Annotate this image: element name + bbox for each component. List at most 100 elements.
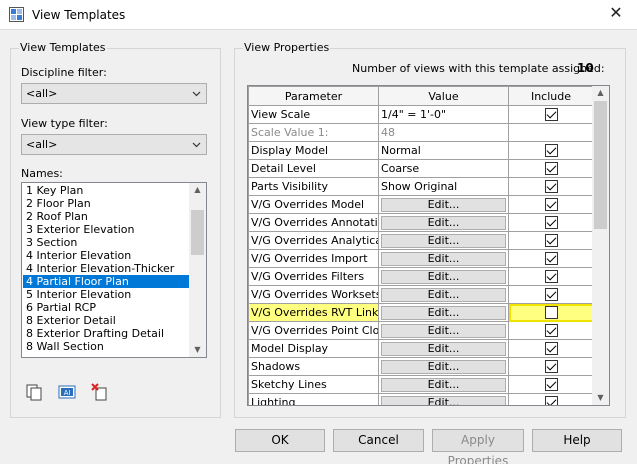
list-item[interactable]: 4 Interior Elevation-Thicker [23, 262, 189, 275]
list-item[interactable]: 2 Roof Plan [23, 210, 189, 223]
revit-app-icon [9, 7, 24, 22]
help-button[interactable]: Help [532, 429, 622, 452]
table-row: Lighting Edit... [248, 393, 594, 405]
table-header-row: Parameter Value Include [248, 86, 594, 106]
apply-properties-button[interactable]: Apply Properties [432, 429, 524, 464]
edit-button[interactable]: Edit... [381, 233, 506, 248]
include-checkbox[interactable] [544, 216, 558, 230]
include-checkbox[interactable] [544, 342, 558, 356]
include-checkbox[interactable] [544, 198, 558, 212]
value-cell: Edit... [378, 249, 509, 268]
scroll-up-icon[interactable]: ▲ [189, 183, 206, 197]
include-checkbox[interactable] [544, 396, 558, 405]
table-row: V/G Overrides Point Clo Edit... [248, 321, 594, 340]
scrollbar-thumb[interactable] [594, 101, 607, 229]
edit-button[interactable]: Edit... [381, 215, 506, 230]
delete-icon[interactable] [90, 382, 110, 402]
rename-icon[interactable]: AI [57, 382, 77, 402]
include-cell [508, 249, 594, 268]
cancel-button[interactable]: Cancel [333, 429, 424, 452]
include-checkbox[interactable] [544, 180, 558, 194]
value-cell[interactable]: 1/4" = 1'-0" [378, 105, 509, 124]
parameter-cell: V/G Overrides Annotati [248, 213, 379, 232]
include-checkbox[interactable] [544, 306, 558, 320]
close-icon[interactable]: ✕ [607, 4, 625, 22]
value-cell: Edit... [378, 195, 509, 214]
title-bar: View Templates ✕ [0, 0, 637, 30]
column-header-value[interactable]: Value [378, 86, 509, 106]
list-item[interactable]: 3 Section [23, 236, 189, 249]
include-checkbox[interactable] [544, 324, 558, 338]
parameter-cell: V/G Overrides Model [248, 195, 379, 214]
edit-button[interactable]: Edit... [381, 323, 506, 338]
value-cell[interactable]: Normal [378, 141, 509, 160]
ok-button[interactable]: OK [235, 429, 325, 452]
list-item[interactable]: 3 Exterior Elevation [23, 223, 189, 236]
duplicate-icon[interactable] [24, 382, 44, 402]
scroll-down-icon[interactable]: ▼ [592, 391, 609, 405]
edit-button[interactable]: Edit... [381, 377, 506, 392]
edit-button[interactable]: Edit... [381, 395, 506, 405]
include-checkbox[interactable] [544, 288, 558, 302]
parameter-cell: V/G Overrides Import [248, 249, 379, 268]
include-cell [508, 213, 594, 232]
edit-button[interactable]: Edit... [381, 305, 506, 320]
scrollbar-thumb[interactable] [191, 210, 204, 255]
list-item[interactable]: 8 Exterior Detail [23, 314, 189, 327]
list-item[interactable]: 4 Interior Elevation [23, 249, 189, 262]
include-checkbox[interactable] [544, 378, 558, 392]
edit-button[interactable]: Edit... [381, 251, 506, 266]
table-row: V/G Overrides Import Edit... [248, 249, 594, 268]
scroll-down-icon[interactable]: ▼ [189, 343, 206, 357]
parameter-cell: V/G Overrides RVT Links [248, 303, 379, 322]
parameter-cell: V/G Overrides Point Clo [248, 321, 379, 340]
parameter-cell: Model Display [248, 339, 379, 358]
include-cell [508, 231, 594, 250]
template-count-label: Number of views with this template assig… [352, 62, 605, 75]
value-cell: Edit... [378, 375, 509, 394]
view-type-filter-value: <all> [26, 138, 58, 151]
template-count-value: 10 [577, 61, 594, 75]
parameter-cell: Sketchy Lines [248, 375, 379, 394]
include-checkbox[interactable] [544, 270, 558, 284]
names-list[interactable]: 1 Key Plan 2 Floor Plan 2 Roof Plan 3 Exter… [21, 182, 207, 358]
list-item[interactable]: 5 Interior Elevation [23, 288, 189, 301]
include-checkbox[interactable] [544, 144, 558, 158]
table-row: Parts Visibility Show Original [248, 177, 594, 196]
edit-button[interactable]: Edit... [381, 269, 506, 284]
value-cell: Edit... [378, 321, 509, 340]
include-cell [508, 375, 594, 394]
edit-button[interactable]: Edit... [381, 359, 506, 374]
include-checkbox[interactable] [544, 252, 558, 266]
list-item[interactable]: 2 Floor Plan [23, 197, 189, 210]
edit-button[interactable]: Edit... [381, 287, 506, 302]
include-checkbox[interactable] [544, 360, 558, 374]
scroll-up-icon[interactable]: ▲ [592, 86, 609, 100]
discipline-filter-value: <all> [26, 87, 58, 100]
value-cell[interactable]: Show Original [378, 177, 509, 196]
column-header-include[interactable]: Include [508, 86, 594, 106]
include-cell [508, 105, 594, 124]
names-scrollbar[interactable]: ▲ ▼ [189, 183, 206, 357]
window-title: View Templates [32, 8, 126, 22]
table-row: View Scale 1/4" = 1'-0" [248, 105, 594, 124]
list-item[interactable]: 4 Partial Floor Plan [23, 275, 189, 288]
properties-table: Parameter Value Include View Scale 1/4" =… [248, 86, 594, 405]
view-properties-group-title: View Properties [243, 41, 331, 54]
include-checkbox[interactable] [544, 234, 558, 248]
include-checkbox[interactable] [544, 162, 558, 176]
edit-button[interactable]: Edit... [381, 341, 506, 356]
column-header-parameter[interactable]: Parameter [248, 86, 379, 106]
view-type-filter-select[interactable]: <all> [21, 134, 207, 155]
list-item[interactable]: 8 Wall Section [23, 340, 189, 353]
value-cell[interactable]: Coarse [378, 159, 509, 178]
include-cell [508, 357, 594, 376]
list-item[interactable]: 8 Exterior Drafting Detail [23, 327, 189, 340]
table-row: V/G Overrides Analytica Edit... [248, 231, 594, 250]
properties-scrollbar[interactable]: ▲ ▼ [592, 86, 609, 405]
discipline-filter-select[interactable]: <all> [21, 83, 207, 104]
list-item[interactable]: 1 Key Plan [23, 184, 189, 197]
list-item[interactable]: 6 Partial RCP [23, 301, 189, 314]
edit-button[interactable]: Edit... [381, 197, 506, 212]
include-checkbox[interactable] [544, 108, 558, 122]
